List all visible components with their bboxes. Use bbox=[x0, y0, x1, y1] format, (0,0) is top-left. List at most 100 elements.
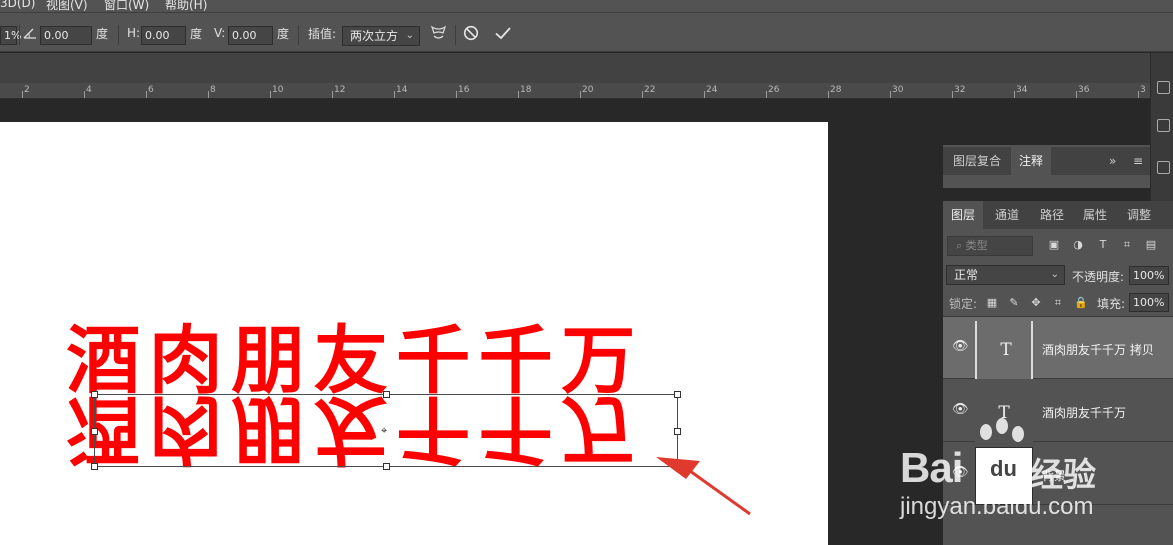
layer-name[interactable]: 酒肉朋友千千万 bbox=[1042, 404, 1126, 421]
fill-field[interactable]: 100% bbox=[1129, 293, 1169, 312]
transform-handle-middle-right[interactable] bbox=[674, 428, 681, 435]
transform-handle-bottom-center[interactable] bbox=[383, 463, 390, 470]
lock-artboard-icon[interactable]: ⌗ bbox=[1052, 297, 1064, 309]
v-skew-unit: 度 bbox=[277, 26, 290, 41]
lock-label: 锁定: bbox=[949, 296, 978, 311]
menu-window[interactable]: 窗口(W) bbox=[104, 0, 149, 12]
layers-panel-tabs: 图层 通道 路径 属性 调整 bbox=[943, 201, 1173, 229]
rotate-angle-field[interactable]: 0.00 bbox=[40, 26, 92, 45]
ruler-tick bbox=[1014, 91, 1015, 98]
fill-label: 填充: bbox=[1097, 296, 1126, 311]
ruler-tick bbox=[1076, 91, 1077, 98]
transform-handle-top-left[interactable] bbox=[91, 391, 98, 398]
photoshop-window: 3D(D) 视图(V) 窗口(W) 帮助(H) 1% 0.00 度 H: 0.0… bbox=[0, 0, 1173, 545]
ruler-tick-label: 28 bbox=[830, 85, 842, 95]
ruler-tick-label: 20 bbox=[582, 85, 594, 95]
ruler-tick-label: 18 bbox=[520, 85, 532, 95]
ruler-tick bbox=[332, 91, 333, 98]
ruler-tick-label: 32 bbox=[954, 85, 966, 95]
ruler-tick bbox=[456, 91, 457, 98]
brush-settings-icon[interactable] bbox=[1157, 119, 1170, 132]
warp-mode-icon[interactable] bbox=[430, 13, 447, 53]
filter-type-icon[interactable]: T bbox=[1097, 239, 1109, 251]
transform-handle-top-right[interactable] bbox=[674, 391, 681, 398]
chevron-down-icon: ⌄ bbox=[1050, 269, 1059, 280]
menu-view[interactable]: 视图(V) bbox=[46, 0, 88, 12]
h-skew-field[interactable]: 0.00 bbox=[141, 26, 186, 45]
document-canvas[interactable]: 酒肉朋友千千万 酒肉朋友千千万 ⌖ bbox=[0, 122, 828, 545]
tab-notes[interactable]: 注释 bbox=[1011, 147, 1052, 175]
document-tab-strip bbox=[0, 53, 1150, 83]
tab-properties[interactable]: 属性 bbox=[1075, 201, 1115, 229]
ruler-tick bbox=[22, 91, 23, 98]
transform-handle-middle-left[interactable] bbox=[91, 428, 98, 435]
ruler-tick bbox=[890, 91, 891, 98]
transform-handle-top-center[interactable] bbox=[383, 391, 390, 398]
panel-collapse-button[interactable]: » bbox=[1105, 147, 1120, 175]
tab-layer-comps[interactable]: 图层复合 bbox=[945, 147, 1009, 175]
width-scale-field[interactable]: 1% bbox=[0, 26, 21, 45]
layer-name[interactable]: 酒肉朋友千千万 拷贝 bbox=[1042, 341, 1154, 358]
ruler-tick-label: 36 bbox=[1078, 85, 1090, 95]
h-skew-label: H: bbox=[127, 26, 141, 40]
ruler-tick-label: 3 bbox=[1140, 85, 1146, 95]
menu-bar: 3D(D) 视图(V) 窗口(W) 帮助(H) bbox=[0, 0, 1173, 12]
tab-channels[interactable]: 通道 bbox=[987, 201, 1027, 229]
tab-adjustments[interactable]: 调整 bbox=[1119, 201, 1159, 229]
separator bbox=[455, 25, 456, 45]
filter-smart-object-icon[interactable]: ▤ bbox=[1145, 239, 1157, 251]
lock-image-pixels-icon[interactable]: ✎ bbox=[1008, 297, 1020, 309]
cancel-transform-icon[interactable] bbox=[463, 13, 479, 53]
lock-all-icon[interactable]: 🔒 bbox=[1074, 297, 1088, 309]
v-skew-field[interactable]: 0.00 bbox=[228, 26, 273, 45]
opacity-field[interactable]: 100% bbox=[1129, 266, 1169, 285]
separator bbox=[19, 25, 20, 45]
lock-position-icon[interactable]: ✥ bbox=[1030, 297, 1042, 309]
transform-center-point-icon[interactable]: ⌖ bbox=[381, 424, 387, 438]
eye-icon[interactable]: 👁 bbox=[952, 465, 969, 480]
comps-notes-panel: 图层复合 注释 » ≡ bbox=[943, 145, 1150, 188]
filter-shape-icon[interactable]: ⌗ bbox=[1121, 239, 1133, 251]
layer-thumbnail bbox=[975, 447, 1033, 505]
layer-row[interactable]: 👁 T 酒肉朋友千千万 bbox=[943, 380, 1173, 442]
blend-mode-value: 正常 bbox=[954, 268, 979, 282]
ruler-tick bbox=[394, 91, 395, 98]
ruler-tick bbox=[642, 91, 643, 98]
ruler-tick bbox=[208, 91, 209, 98]
layer-row[interactable]: 👁 背景 bbox=[943, 443, 1173, 505]
filter-adjustment-icon[interactable]: ◑ bbox=[1072, 239, 1084, 251]
interpolation-dropdown[interactable]: 两次立方 ⌄ bbox=[342, 26, 420, 46]
ruler-tick bbox=[580, 91, 581, 98]
lock-transparent-icon[interactable]: ▦ bbox=[986, 297, 998, 309]
menu-3d[interactable]: 3D(D) bbox=[0, 0, 35, 10]
layer-filter-dropdown[interactable]: ⌕ 类型 bbox=[947, 236, 1033, 256]
ruler-tick bbox=[518, 91, 519, 98]
v-skew-label: V: bbox=[214, 26, 226, 40]
filter-pixel-icon[interactable]: ▣ bbox=[1048, 239, 1060, 251]
layer-filter-row: ⌕ 类型 ▣ ◑ T ⌗ ▤ bbox=[943, 231, 1173, 261]
libraries-panel-icon[interactable] bbox=[1157, 161, 1170, 174]
layer-name[interactable]: 背景 bbox=[1042, 467, 1066, 484]
lock-row: 锁定: ▦ ✎ ✥ ⌗ 🔒 填充: 100% bbox=[943, 290, 1173, 316]
horizontal-ruler: 2 4 6 8 10 12 14 16 18 20 22 24 26 28 30 32 34 36 3 bbox=[0, 83, 1150, 99]
eye-icon[interactable]: 👁 bbox=[952, 402, 969, 417]
layer-filter-type: 类型 bbox=[965, 239, 988, 252]
tab-paths[interactable]: 路径 bbox=[1032, 201, 1072, 229]
commit-transform-icon[interactable] bbox=[494, 13, 512, 53]
ruler-tick bbox=[704, 91, 705, 98]
separator bbox=[118, 25, 119, 45]
layer-row[interactable]: 👁 T 酒肉朋友千千万 拷贝 bbox=[943, 317, 1173, 379]
angle-unit: 度 bbox=[96, 26, 109, 41]
menu-help[interactable]: 帮助(H) bbox=[165, 0, 207, 12]
eye-icon[interactable]: 👁 bbox=[952, 339, 969, 354]
ruler-tick-label: 34 bbox=[1016, 85, 1028, 95]
type-layer-icon: T bbox=[998, 403, 1010, 423]
transform-handle-bottom-left[interactable] bbox=[91, 463, 98, 470]
rotate-angle-icon bbox=[23, 13, 37, 53]
tab-layers[interactable]: 图层 bbox=[943, 201, 984, 229]
panel-menu-icon[interactable]: ≡ bbox=[1129, 147, 1147, 175]
opacity-label: 不透明度: bbox=[1072, 269, 1125, 284]
history-panel-icon[interactable] bbox=[1157, 81, 1170, 94]
blend-mode-dropdown[interactable]: 正常 ⌄ bbox=[946, 265, 1065, 285]
ruler-tick-label: 30 bbox=[892, 85, 904, 95]
